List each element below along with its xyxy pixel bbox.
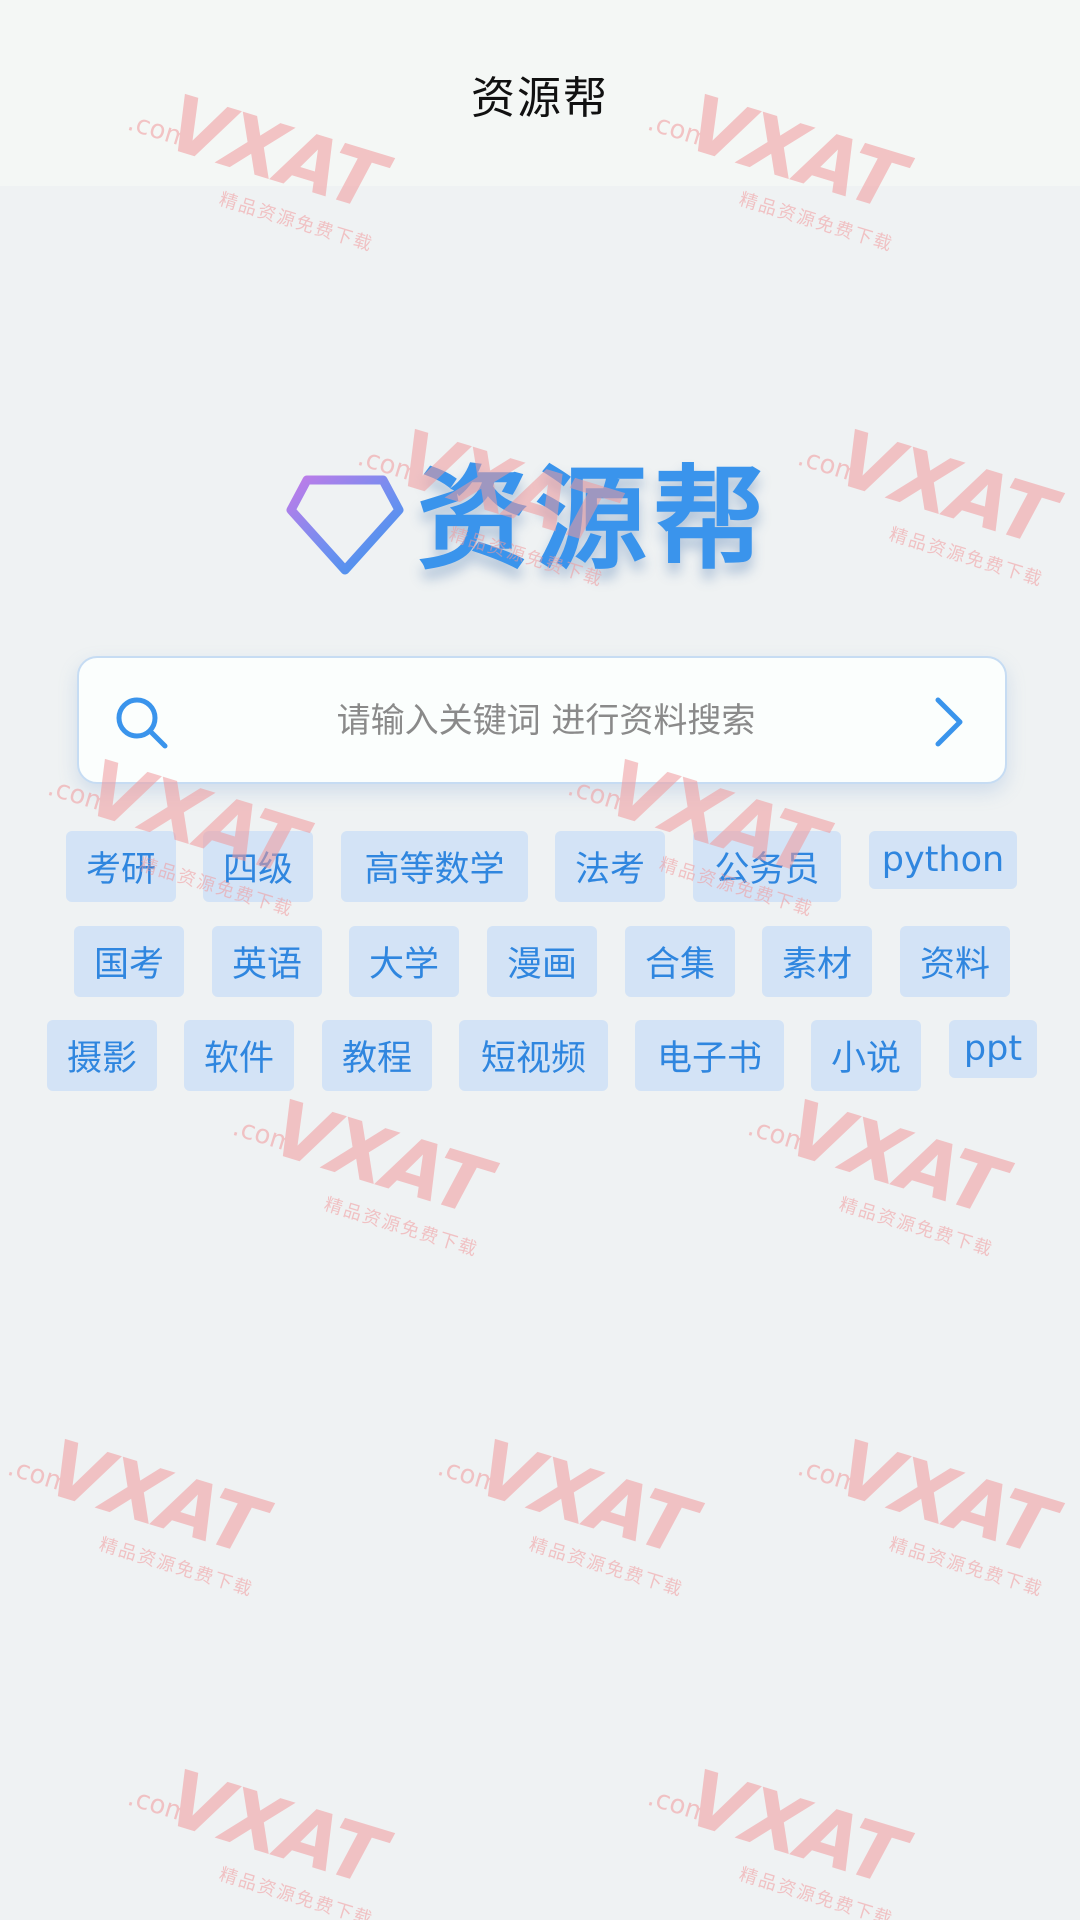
watermark-main: VXAT [827,1423,1063,1574]
diamond-icon [286,475,404,575]
app-screen: 资源帮 资源帮 考研 四级 高等数学 法考 公务员 py [0,0,1080,1920]
watermark: .com VXAT 精品资源免费下载 [209,1062,521,1287]
logo-text: 资源帮 [417,455,771,585]
search-bar[interactable] [77,656,1007,784]
tag-item[interactable]: 摄影 [47,1020,157,1091]
tag-item[interactable]: ppt [949,1020,1037,1078]
tag-item[interactable]: 英语 [212,926,322,997]
watermark-com: .com [744,1112,814,1160]
watermark: .com VXAT 精品资源免费下载 [414,1402,726,1627]
watermark-sub: 精品资源免费下载 [216,1863,376,1920]
watermark-main: VXAT [157,1753,393,1904]
tag-item[interactable]: 短视频 [459,1020,608,1091]
watermark-main: VXAT [262,1083,498,1234]
page-title: 资源帮 [471,73,609,124]
tag-item[interactable]: 考研 [66,831,176,902]
watermark-sub: 精品资源免费下载 [526,1533,686,1601]
watermark-main: VXAT [677,1753,913,1904]
tag-item[interactable]: 大学 [349,926,459,997]
top-bar: 资源帮 [0,0,1080,186]
watermark-com: .com [794,1452,864,1500]
watermark-sub: 精品资源免费下载 [836,1193,996,1261]
watermark: .com VXAT 精品资源免费下载 [104,1732,416,1920]
watermark-main: VXAT [777,1083,1013,1234]
tag-item[interactable]: 电子书 [635,1020,784,1091]
tag-item[interactable]: 法考 [555,831,665,902]
watermark-sub: 精品资源免费下载 [886,523,1046,591]
watermark: .com VXAT 精品资源免费下载 [774,392,1080,617]
tag-item[interactable]: python [869,831,1017,889]
watermark-com: .com [644,1782,714,1830]
watermark-sub: 精品资源免费下载 [96,1533,256,1601]
chevron-right-icon[interactable] [924,694,974,750]
watermark: .com VXAT 精品资源免费下载 [0,1402,296,1627]
tag-item[interactable]: 漫画 [487,926,597,997]
watermark-main: VXAT [827,413,1063,564]
watermark-com: .com [4,1452,74,1500]
watermark: .com VXAT 精品资源免费下载 [774,1402,1080,1627]
tag-item[interactable]: 教程 [322,1020,432,1091]
tag-item[interactable]: 合集 [625,926,735,997]
watermark-sub: 精品资源免费下载 [216,188,376,256]
tag-item[interactable]: 四级 [203,831,313,902]
tag-item[interactable]: 资料 [900,926,1010,997]
watermark-sub: 精品资源免费下载 [736,188,896,256]
search-icon[interactable] [113,694,171,752]
watermark-com: .com [124,1782,194,1830]
watermark-sub: 精品资源免费下载 [736,1863,896,1920]
tag-item[interactable]: 素材 [762,926,872,997]
watermark-com: .com [229,1112,299,1160]
search-input[interactable] [229,658,863,784]
watermark-sub: 精品资源免费下载 [321,1193,481,1261]
watermark-main: VXAT [37,1423,273,1574]
tag-item[interactable]: 国考 [74,926,184,997]
app-logo: 资源帮 [285,455,805,585]
watermark-com: .com [434,1452,504,1500]
tag-item[interactable]: 软件 [184,1020,294,1091]
watermark-main: VXAT [467,1423,703,1574]
watermark: .com VXAT 精品资源免费下载 [724,1062,1036,1287]
watermark-sub: 精品资源免费下载 [886,1533,1046,1601]
tag-item[interactable]: 高等数学 [341,831,528,902]
tag-item[interactable]: 小说 [811,1020,921,1091]
tag-item[interactable]: 公务员 [693,831,841,902]
watermark: .com VXAT 精品资源免费下载 [624,1732,936,1920]
